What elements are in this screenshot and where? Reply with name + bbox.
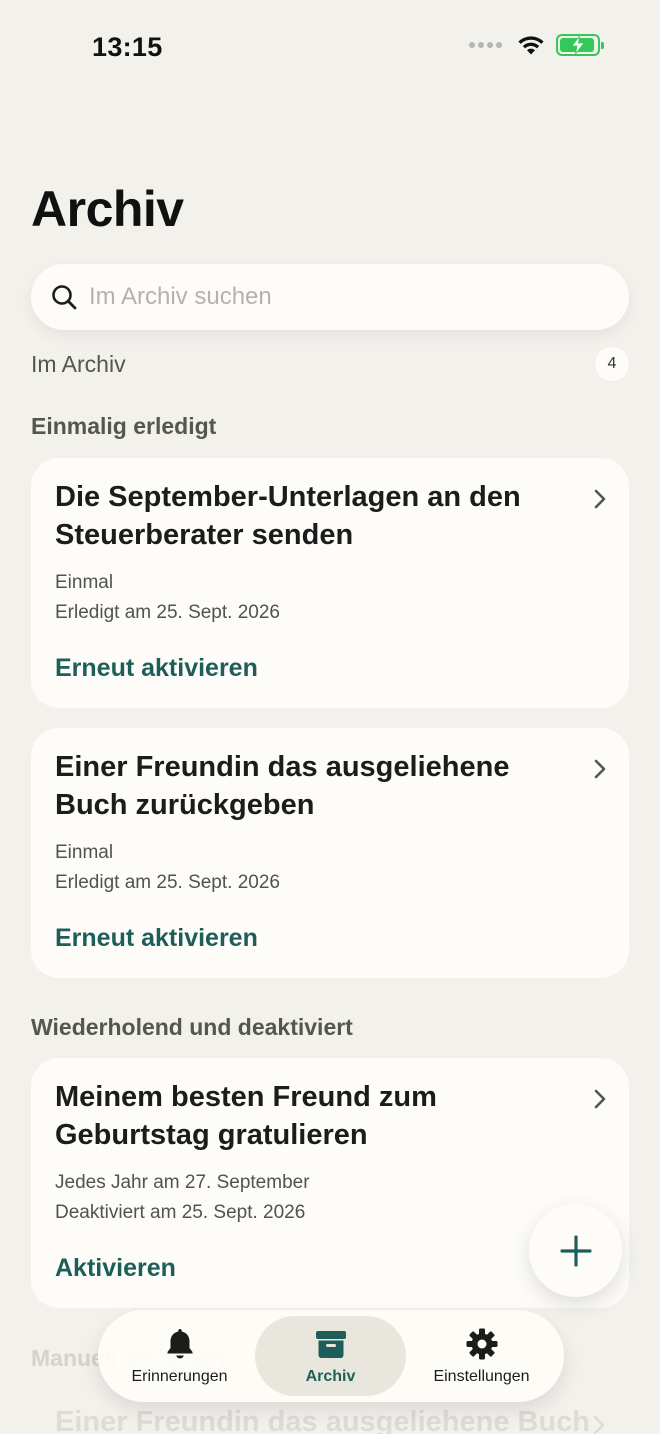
card-frequency: Jedes Jahr am 27. September <box>55 1172 310 1193</box>
tab-archive[interactable]: Archiv <box>255 1316 406 1396</box>
reminder-card[interactable]: Einer Freundin das ausgeliehene Buch zur… <box>31 728 629 978</box>
archive-summary: Im Archiv 4 <box>31 346 629 382</box>
chevron-right-icon <box>594 759 606 779</box>
reactivate-button[interactable]: Erneut aktivieren <box>55 924 258 953</box>
tab-settings[interactable]: Einstellungen <box>406 1316 557 1396</box>
card-meta: Jedes Jahr am 27. September Deaktiviert … <box>55 1168 605 1228</box>
card-meta: Einmal Erledigt am 25. Sept. 2026 <box>55 838 605 898</box>
chevron-right-icon <box>593 1415 605 1434</box>
tab-label: Archiv <box>305 1368 356 1385</box>
card-frequency: Einmal <box>55 842 114 863</box>
gear-icon <box>466 1328 497 1360</box>
archive-summary-label: Im Archiv <box>31 350 126 377</box>
card-meta: Einmal Erledigt am 25. Sept. 2026 <box>55 568 605 628</box>
card-status: Erledigt am 25. Sept. 2026 <box>55 872 280 893</box>
activate-button[interactable]: Aktivieren <box>55 1254 176 1283</box>
tab-reminders[interactable]: Erinnerungen <box>104 1316 255 1396</box>
card-title: Einer Freundin das ausgeliehene Buch <box>55 1406 591 1434</box>
status-time: 13:15 <box>92 32 163 62</box>
tab-label: Erinnerungen <box>131 1368 228 1385</box>
search-input[interactable] <box>89 283 609 311</box>
page-title: Archiv <box>31 181 184 237</box>
card-status: Deaktiviert am 25. Sept. 2026 <box>55 1202 306 1223</box>
signal-dots-icon <box>469 42 502 48</box>
chevron-right-icon <box>594 1089 606 1109</box>
card-frequency: Einmal <box>55 572 114 593</box>
card-title: Einer Freundin das ausgeliehene Buch zur… <box>55 751 510 821</box>
card-title: Meinem besten Freund zum Geburtstag grat… <box>55 1081 437 1151</box>
reactivate-button[interactable]: Erneut aktivieren <box>55 654 258 683</box>
card-title: Die September-Unterlagen an den Steuerbe… <box>55 481 521 551</box>
plus-icon <box>559 1234 592 1267</box>
tab-label: Einstellungen <box>433 1368 530 1385</box>
search-bar[interactable] <box>31 264 629 330</box>
wifi-icon <box>518 36 544 55</box>
add-reminder-button[interactable] <box>529 1204 622 1297</box>
chevron-right-icon <box>594 489 606 509</box>
section-title-done-once: Einmalig erledigt <box>31 413 217 439</box>
bell-icon <box>167 1329 192 1359</box>
search-icon <box>52 285 77 310</box>
card-status: Erledigt am 25. Sept. 2026 <box>55 602 280 623</box>
reminder-card[interactable]: Die September-Unterlagen an den Steuerbe… <box>31 458 629 708</box>
archive-count-badge: 4 <box>595 347 629 381</box>
section-title-recurring-disabled: Wiederholend und deaktiviert <box>31 1014 353 1040</box>
battery-charging-icon <box>556 34 604 56</box>
archive-box-icon <box>315 1331 346 1358</box>
status-icons <box>469 34 604 56</box>
status-bar: 13:15 <box>0 0 660 100</box>
tab-bar: Erinnerungen Archiv Einstellungen <box>98 1310 564 1402</box>
